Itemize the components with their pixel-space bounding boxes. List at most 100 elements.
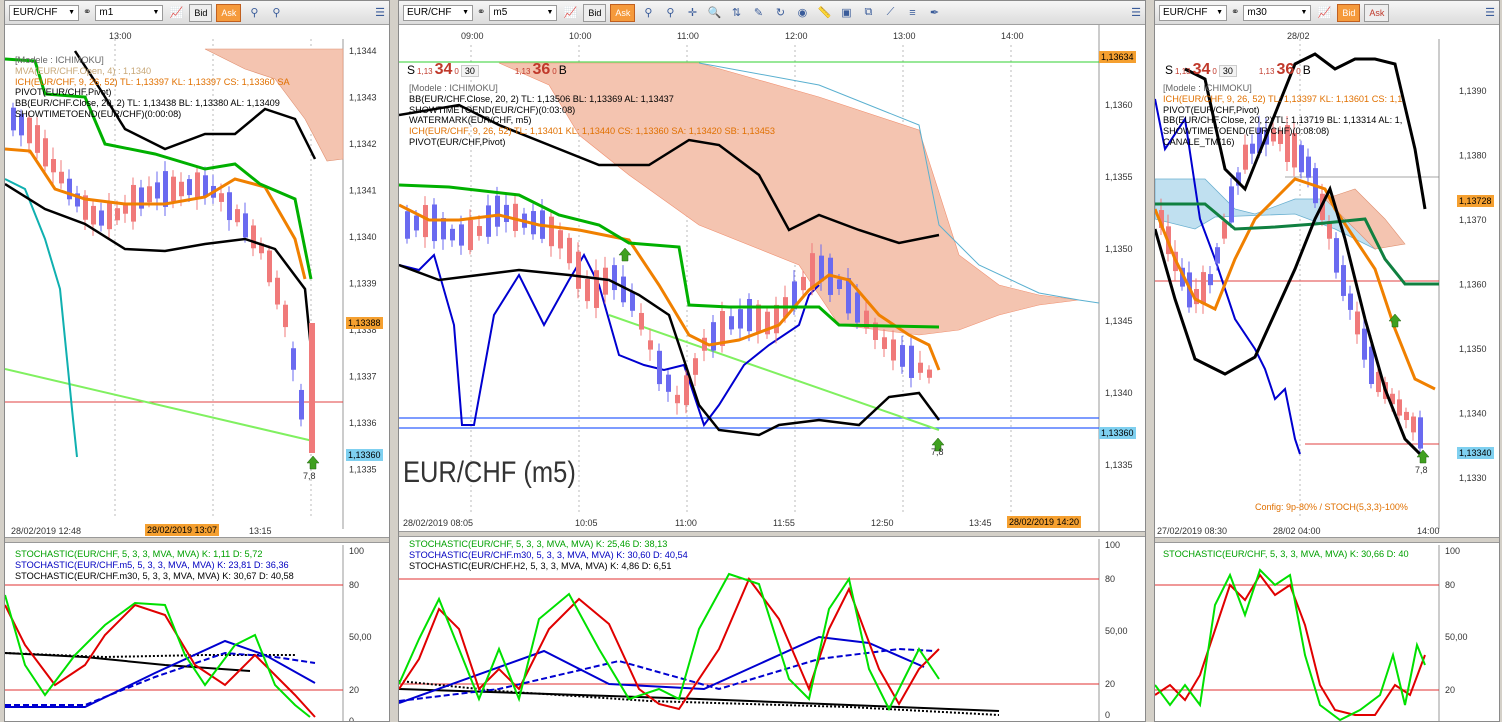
legend-line[interactable]: STOCHASTIC(EUR/CHF.H2, 5, 3, 3, MVA, MVA… xyxy=(409,561,688,572)
legend-line[interactable]: PIVOT(EUR/CHF,Pivot) xyxy=(15,87,290,98)
indicator-legend: [Modele : ICHIMOKU] BB(EUR/CHF.Close, 20,… xyxy=(409,83,775,148)
image-icon[interactable]: ▣ xyxy=(837,4,855,22)
y-tick-label: 50,00 xyxy=(1105,626,1128,636)
stoch-d-line xyxy=(5,603,316,718)
pane-splitter[interactable] xyxy=(399,531,1145,537)
y-tick-label: 1,1360 xyxy=(1459,280,1487,290)
timeframe-select[interactable]: m5 ▼ xyxy=(489,4,558,21)
bid-button[interactable]: Bid xyxy=(189,3,213,22)
edit-icon[interactable]: ✎ xyxy=(749,4,767,22)
magnifier-icon[interactable]: 🔍 xyxy=(705,4,723,22)
menu-icon[interactable]: ☰ xyxy=(371,4,389,22)
lot-size-input[interactable]: 30 xyxy=(460,65,479,77)
globe-icon[interactable]: ◉ xyxy=(793,4,811,22)
legend-line[interactable]: BB(EUR/CHF.Close, 20, 2) TL: 1,13719 BL:… xyxy=(1163,115,1402,126)
indicator-icon[interactable]: ⇅ xyxy=(727,4,745,22)
pane-splitter[interactable] xyxy=(1155,537,1499,543)
zoom-icon[interactable]: ⚲ xyxy=(245,4,263,22)
crosshair-icon[interactable]: ✛ xyxy=(683,4,701,22)
candle-body xyxy=(67,178,72,200)
candle-body xyxy=(99,210,104,226)
bid-button: Bid xyxy=(583,3,607,22)
legend-line[interactable]: SHOWTIMETOEND(EUR/CHF)(0:08:08) xyxy=(1163,126,1402,137)
candle-body xyxy=(855,292,860,323)
legend-line[interactable]: STOCHASTIC(EUR/CHF, 5, 3, 3, MVA, MVA) K… xyxy=(15,549,294,560)
legend-line[interactable]: SHOWTIMETOEND(EUR/CHF)(0:03:08) xyxy=(409,105,775,116)
list-icon[interactable]: ≡ xyxy=(903,4,921,22)
legend-line[interactable]: PIVOT(EUR/CHF,Pivot) xyxy=(409,137,775,148)
legend-line[interactable]: STOCHASTIC(EUR/CHF, 5, 3, 3, MVA, MVA) K… xyxy=(1163,549,1409,560)
legend-line[interactable]: ICH(EUR/CHF, 9, 26, 52) TL: 1,13397 KL: … xyxy=(1163,94,1402,105)
sell-buy-box[interactable]: S 1,13 34 0 30 1,13 36 0 B xyxy=(1165,61,1311,79)
legend-line[interactable]: BB(EUR/CHF.Close, 20, 2) TL: 1,13506 BL:… xyxy=(409,94,775,105)
legend-line[interactable]: CANALE_TM(16) xyxy=(1163,137,1402,148)
link-icon[interactable]: ⚭ xyxy=(477,7,485,18)
legend-line[interactable]: STOCHASTIC(EUR/CHF.m30, 5, 3, 3, MVA, MV… xyxy=(409,550,688,561)
refresh-icon[interactable]: ↻ xyxy=(771,4,789,22)
chart-type-icon[interactable]: 📈 xyxy=(561,4,579,22)
chart-type-icon[interactable]: 📈 xyxy=(1315,4,1333,22)
candle-body xyxy=(585,278,590,302)
y-tick-label: 1,1350 xyxy=(1459,344,1487,354)
chart-type-icon[interactable]: 📈 xyxy=(167,4,185,22)
link-icon[interactable]: ⚭ xyxy=(1231,7,1239,18)
legend-line[interactable]: STOCHASTIC(EUR/CHF, 5, 3, 3, MVA, MVA) K… xyxy=(409,539,688,550)
legend-line[interactable]: [Modele : ICHIMOKU] xyxy=(409,83,775,94)
legend-line[interactable]: BB(EUR/CHF.Close, 20, 2) TL: 1,13438 BL:… xyxy=(15,98,290,109)
candle-body xyxy=(147,186,152,203)
zoom-out-icon[interactable]: ⚲ xyxy=(267,4,285,22)
candle-body xyxy=(1348,293,1353,310)
candle-body xyxy=(1418,417,1423,449)
candle-body xyxy=(1201,272,1206,305)
timeframe-select[interactable]: m1 ▼ xyxy=(95,4,164,21)
link-icon[interactable]: ⚭ xyxy=(83,7,91,18)
legend-line[interactable]: [Modele : ICHIMOKU] xyxy=(1163,83,1402,94)
bollinger-lower xyxy=(5,182,314,360)
stochastic-legend: STOCHASTIC(EUR/CHF, 5, 3, 3, MVA, MVA) K… xyxy=(409,539,688,571)
screenshot-icon[interactable]: ⧉ xyxy=(859,4,877,22)
legend-line[interactable]: WATERMARK(EUR/CHF, m5) xyxy=(409,115,775,126)
candle-body xyxy=(576,251,581,289)
stochastic-legend: STOCHASTIC(EUR/CHF, 5, 3, 3, MVA, MVA) K… xyxy=(15,549,294,581)
legend-line[interactable]: ICH(EUR/CHF, 9, 26, 52) TL: 1,13397 KL: … xyxy=(15,77,290,88)
candle-body xyxy=(187,179,192,196)
symbol-select[interactable]: EUR/CHF ▼ xyxy=(1159,4,1227,21)
legend-line[interactable]: STOCHASTIC(EUR/CHF.m30, 5, 3, 3, MVA, MV… xyxy=(15,571,294,582)
legend-line[interactable]: PIVOT(EUR/CHF,Pivot) xyxy=(1163,105,1402,116)
legend-line[interactable]: ICH(EUR/CHF, 9, 26, 52) TL: 1,13401 KL: … xyxy=(409,126,775,137)
bid-button[interactable]: Bid xyxy=(1337,3,1361,22)
timeframe-select[interactable]: m30 ▼ xyxy=(1243,4,1312,21)
x-label-end: 13:15 xyxy=(249,526,272,536)
candle-body xyxy=(267,250,272,283)
symbol-select[interactable]: EUR/CHF ▼ xyxy=(9,4,79,21)
stoch-h2-line xyxy=(399,688,1000,712)
config-text: Config: 9p-80% / STOCH(5,3,3)-100% xyxy=(1255,502,1408,512)
sell-price-big: 34 xyxy=(434,61,453,78)
draw-icon[interactable]: ⟋ xyxy=(881,4,899,22)
zoom-icon[interactable]: ⚲ xyxy=(639,4,657,22)
stochastic-chart-m30[interactable]: 100 80 50,00 20 xyxy=(1155,545,1499,722)
candle-body xyxy=(612,265,617,291)
lot-size-input[interactable]: 30 xyxy=(1218,65,1237,77)
chikou-line xyxy=(5,178,78,458)
legend-line[interactable]: [Modele : ICHIMOKU] xyxy=(15,55,290,66)
y-tick-label: 1,1390 xyxy=(1459,86,1487,96)
menu-icon[interactable]: ☰ xyxy=(1481,4,1499,22)
sell-buy-box[interactable]: S 1,13 34 0 30 1,13 36 0 B xyxy=(407,61,567,79)
ask-button[interactable]: Ask xyxy=(216,3,242,22)
legend-line[interactable]: STOCHASTIC(EUR/CHF.m5, 5, 3, 3, MVA, MVA… xyxy=(15,560,294,571)
ruler-icon[interactable]: 📏 xyxy=(815,4,833,22)
pen-icon[interactable]: ✒ xyxy=(925,4,943,22)
symbol-select[interactable]: EUR/CHF ▼ xyxy=(403,4,473,21)
menu-icon[interactable]: ☰ xyxy=(1127,4,1145,22)
candle-body xyxy=(648,340,653,350)
pane-splitter[interactable] xyxy=(5,537,389,543)
legend-line[interactable]: SHOWTIMETOEND(EUR/CHF)(0:00:08) xyxy=(15,109,290,120)
y-tick-label: 100 xyxy=(1445,546,1460,556)
ask-button[interactable]: Ask xyxy=(610,3,636,22)
x-label-4: 12:50 xyxy=(871,518,894,528)
zoom-out-icon[interactable]: ⚲ xyxy=(661,4,679,22)
candle-body xyxy=(59,171,64,184)
legend-line[interactable]: MVA(EUR/CHF.Open, 4) : 1,1340 xyxy=(15,66,290,77)
y-tick-label: 1,1335 xyxy=(1105,460,1133,470)
